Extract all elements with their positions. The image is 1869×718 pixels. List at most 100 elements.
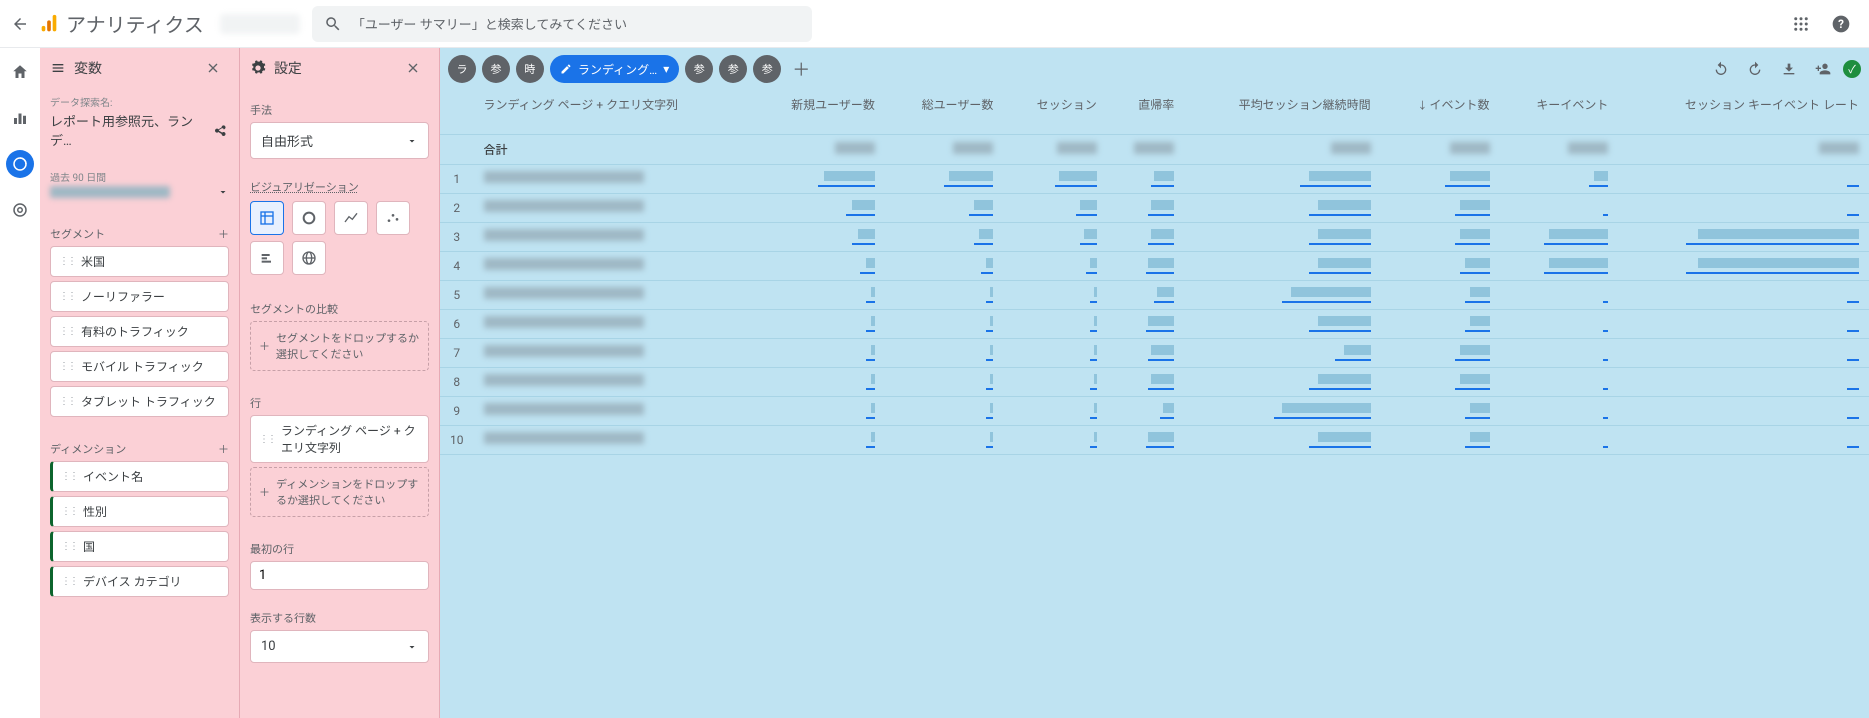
tab-pill[interactable]: 参	[719, 55, 747, 83]
table-row[interactable]: 2	[440, 193, 1869, 222]
table-row[interactable]: 7	[440, 338, 1869, 367]
close-settings-button[interactable]	[405, 60, 429, 76]
home-icon	[11, 63, 29, 81]
viz-line-button[interactable]	[334, 201, 368, 235]
back-button[interactable]	[8, 12, 32, 36]
date-range-label: 過去 90 日間	[50, 169, 229, 184]
left-nav	[0, 48, 40, 718]
share-button[interactable]	[1809, 55, 1837, 83]
dimension-chip[interactable]: ⋮⋮イベント名	[50, 461, 229, 492]
undo-button[interactable]	[1707, 55, 1735, 83]
search-placeholder: 「ユーザー サマリー」と検索してみてください	[352, 14, 627, 33]
add-dimension-button[interactable]: ＋	[218, 441, 229, 457]
show-rows-select[interactable]: 10	[250, 630, 429, 663]
dimension-chip[interactable]: ⋮⋮国	[50, 531, 229, 562]
arrow-left-icon	[11, 15, 29, 33]
column-header[interactable]: セッション キーイベント レート	[1618, 90, 1869, 134]
table-row[interactable]: 8	[440, 367, 1869, 396]
canvas-toolbar: ラ参時 ランディング… ▾ 参参参 ＋ ✓	[440, 48, 1869, 90]
tab-active[interactable]: ランディング… ▾	[550, 55, 679, 83]
close-variables-button[interactable]	[205, 60, 229, 76]
segment-chip[interactable]: ⋮⋮米国	[50, 246, 229, 277]
gear-icon	[250, 60, 266, 76]
column-header[interactable]: キーイベント	[1500, 90, 1619, 134]
line-icon	[343, 210, 359, 226]
property-selector[interactable]	[220, 14, 300, 34]
viz-bar-button[interactable]	[250, 241, 284, 275]
help-icon[interactable]: ?	[1821, 4, 1861, 44]
tab-pill[interactable]: ラ	[448, 55, 476, 83]
first-row-input[interactable]	[250, 561, 429, 590]
share-icon	[213, 122, 229, 138]
segment-chip[interactable]: ⋮⋮タブレット トラフィック	[50, 386, 229, 417]
chevron-down-icon	[406, 135, 418, 147]
panel-title: 変数	[74, 58, 102, 78]
redo-button[interactable]	[1741, 55, 1769, 83]
viz-donut-button[interactable]	[292, 201, 326, 235]
explore-icon	[11, 155, 29, 173]
table-icon	[259, 210, 275, 226]
dimension-chip[interactable]: ⋮⋮性別	[50, 496, 229, 527]
add-tab-button[interactable]: ＋	[787, 55, 815, 83]
add-segment-button[interactable]: ＋	[218, 226, 229, 242]
dimension-chip[interactable]: ⋮⋮デバイス カテゴリ	[50, 566, 229, 597]
svg-text:?: ?	[1838, 17, 1844, 31]
table-row[interactable]: 10	[440, 425, 1869, 454]
target-icon	[11, 201, 29, 219]
nav-home[interactable]	[6, 58, 34, 86]
tab-pill[interactable]: 参	[482, 55, 510, 83]
viz-table-button[interactable]	[250, 201, 284, 235]
table-row[interactable]: 6	[440, 309, 1869, 338]
table-row[interactable]: 1	[440, 164, 1869, 193]
data-table[interactable]: ランディング ページ + クエリ文字列新規ユーザー数総ユーザー数セッション直帰率…	[440, 90, 1869, 718]
segments-label: セグメント	[50, 226, 105, 242]
table-row[interactable]: 3	[440, 222, 1869, 251]
exploration-name[interactable]: レポート用参照元、ランデ…	[50, 109, 229, 157]
status-ok: ✓	[1843, 60, 1861, 78]
download-icon	[1781, 61, 1797, 77]
technique-label: 手法	[250, 102, 429, 118]
person-add-icon	[1815, 61, 1831, 77]
segment-chip[interactable]: ⋮⋮ノーリファラー	[50, 281, 229, 312]
globe-icon	[301, 250, 317, 266]
column-header[interactable]: セッション	[1003, 90, 1106, 134]
table-row[interactable]: 5	[440, 280, 1869, 309]
column-header[interactable]: 平均セッション継続時間	[1184, 90, 1380, 134]
donut-icon	[301, 210, 317, 226]
table-row[interactable]: 4	[440, 251, 1869, 280]
table-row[interactable]: 9	[440, 396, 1869, 425]
column-header[interactable]: 総ユーザー数	[885, 90, 1004, 134]
tab-pill[interactable]: 参	[685, 55, 713, 83]
layers-icon	[50, 60, 66, 76]
tab-pill[interactable]: 時	[516, 55, 544, 83]
nav-ads[interactable]	[6, 196, 34, 224]
column-header[interactable]: 新規ユーザー数	[751, 90, 885, 134]
search-bar[interactable]: 「ユーザー サマリー」と検索してみてください	[312, 6, 812, 42]
date-range-picker[interactable]	[50, 184, 229, 206]
column-header[interactable]: イベント数	[1381, 90, 1500, 134]
column-header[interactable]: 直帰率	[1107, 90, 1185, 134]
apps-icon[interactable]	[1781, 4, 1821, 44]
dimensions-label: ディメンション	[50, 441, 126, 457]
canvas: ラ参時 ランディング… ▾ 参参参 ＋ ✓ ランディング ページ + クエリ文字…	[440, 48, 1869, 718]
segment-dropzone[interactable]: ＋セグメントをドロップするか選択してください	[250, 321, 429, 371]
segment-chip[interactable]: ⋮⋮モバイル トラフィック	[50, 351, 229, 382]
segment-chip[interactable]: ⋮⋮有料のトラフィック	[50, 316, 229, 347]
nav-explore[interactable]	[6, 150, 34, 178]
rows-label: 行	[250, 395, 429, 411]
nav-reports[interactable]	[6, 104, 34, 132]
tab-pill[interactable]: 参	[753, 55, 781, 83]
viz-scatter-button[interactable]	[376, 201, 410, 235]
download-button[interactable]	[1775, 55, 1803, 83]
row-dimension-chip[interactable]: ⋮⋮ランディング ページ + クエリ文字列	[250, 415, 429, 463]
first-row-label: 最初の行	[250, 541, 429, 557]
dimension-dropzone[interactable]: ＋ディメンションをドロップするか選択してください	[250, 467, 429, 517]
bar-icon	[259, 250, 275, 266]
panel-variables: 変数 データ探索名: レポート用参照元、ランデ… 過去 90 日間 セグメント …	[40, 48, 240, 718]
column-header[interactable]: ランディング ページ + クエリ文字列	[474, 90, 751, 134]
undo-icon	[1713, 61, 1729, 77]
technique-select[interactable]: 自由形式	[250, 122, 429, 159]
viz-geo-button[interactable]	[292, 241, 326, 275]
redo-icon	[1747, 61, 1763, 77]
bar-chart-icon	[11, 109, 29, 127]
